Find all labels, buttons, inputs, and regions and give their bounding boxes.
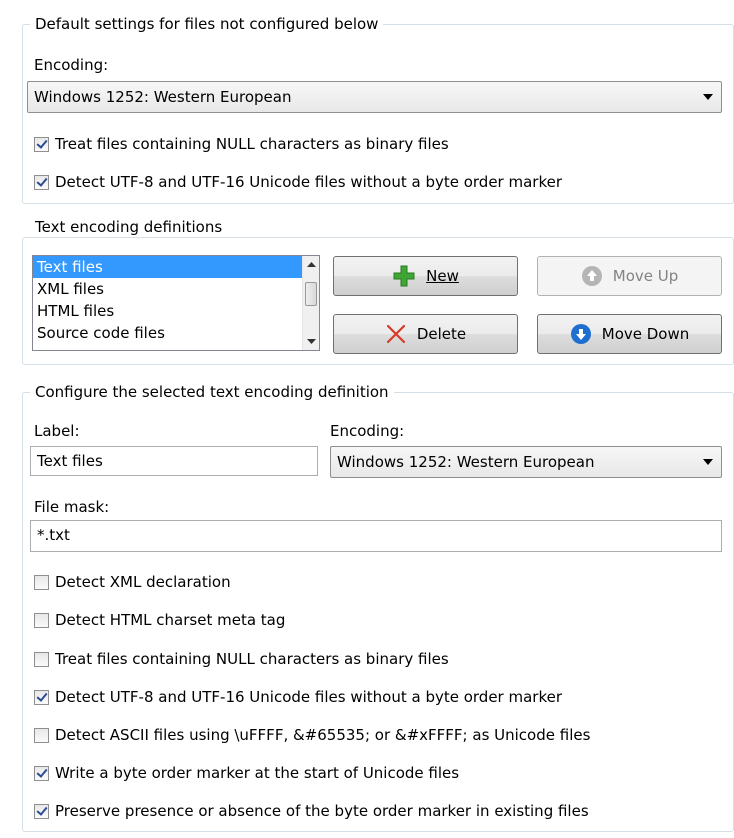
- default-encoding-label: Encoding:: [34, 56, 109, 74]
- checkbox-label: Treat files containing NULL characters a…: [55, 650, 449, 668]
- list-scrollbar[interactable]: [302, 256, 319, 350]
- configure-title: Configure the selected text encoding def…: [30, 382, 394, 402]
- checkbox-detect-utf[interactable]: [34, 689, 49, 705]
- checkbox-label: Detect ASCII files using \uFFFF, &#65535…: [55, 726, 591, 744]
- delete-button[interactable]: Delete: [333, 314, 518, 354]
- checkbox-write-bom[interactable]: [34, 765, 49, 781]
- checkbox-xml-declaration[interactable]: [34, 574, 49, 590]
- move-up-label: Move Up: [612, 267, 679, 285]
- checkbox-label: Treat files containing NULL characters a…: [55, 135, 449, 153]
- checkbox-null-binary[interactable]: [34, 651, 49, 667]
- config-encoding-select[interactable]: Windows 1252: Western European: [330, 446, 722, 478]
- move-down-label: Move Down: [601, 325, 690, 343]
- scroll-thumb[interactable]: [305, 282, 317, 306]
- list-item[interactable]: XML files: [33, 278, 302, 300]
- checkbox-label: Detect UTF-8 and UTF-16 Unicode files wi…: [55, 173, 563, 191]
- config-check-ascii-unicode[interactable]: Detect ASCII files using \uFFFF, &#65535…: [34, 724, 590, 746]
- file-mask-input[interactable]: *.txt: [30, 520, 722, 552]
- config-check-preserve-bom[interactable]: Preserve presence or absence of the byte…: [34, 800, 589, 822]
- chevron-down-icon: [703, 94, 713, 100]
- list-item[interactable]: Text files: [33, 256, 302, 278]
- arrow-up-icon: [581, 265, 603, 287]
- checkbox-label: Detect XML declaration: [55, 573, 231, 591]
- config-check-write-bom[interactable]: Write a byte order marker at the start o…: [34, 762, 459, 784]
- checkbox-detect-utf[interactable]: [34, 174, 49, 190]
- list-item[interactable]: Source code files: [33, 322, 302, 344]
- definitions-title: Text encoding definitions: [30, 217, 228, 237]
- config-check-html-meta[interactable]: Detect HTML charset meta tag: [34, 609, 285, 631]
- checkbox-ascii-unicode[interactable]: [34, 727, 49, 743]
- chevron-down-icon: [703, 459, 713, 465]
- checkbox-label: Detect HTML charset meta tag: [55, 611, 286, 629]
- checkbox-null-binary[interactable]: [34, 136, 49, 152]
- list-item[interactable]: HTML files: [33, 300, 302, 322]
- arrow-down-icon: [570, 323, 592, 345]
- new-button-label: New: [426, 267, 459, 285]
- file-mask-label: File mask:: [34, 498, 110, 516]
- scroll-up-icon[interactable]: [303, 256, 319, 273]
- config-check-null-binary[interactable]: Treat files containing NULL characters a…: [34, 648, 449, 670]
- move-down-button[interactable]: Move Down: [537, 314, 722, 354]
- config-check-detect-utf[interactable]: Detect UTF-8 and UTF-16 Unicode files wi…: [34, 686, 562, 708]
- config-encoding-label: Encoding:: [330, 422, 405, 440]
- checkbox-preserve-bom[interactable]: [34, 803, 49, 819]
- definitions-list[interactable]: Text files XML files HTML files Source c…: [32, 255, 320, 351]
- default-settings-title: Default settings for files not configure…: [30, 14, 384, 34]
- label-field-label: Label:: [34, 422, 80, 440]
- config-encoding-value: Windows 1252: Western European: [337, 453, 595, 471]
- new-button[interactable]: New: [333, 256, 518, 296]
- default-check-detect-utf[interactable]: Detect UTF-8 and UTF-16 Unicode files wi…: [34, 171, 562, 193]
- default-check-null-binary[interactable]: Treat files containing NULL characters a…: [34, 133, 449, 155]
- checkbox-html-meta[interactable]: [34, 612, 49, 628]
- delete-button-label: Delete: [416, 325, 467, 343]
- plus-icon: [392, 264, 416, 288]
- checkbox-label: Detect UTF-8 and UTF-16 Unicode files wi…: [55, 688, 563, 706]
- label-input[interactable]: Text files: [30, 446, 318, 476]
- move-up-button[interactable]: Move Up: [537, 256, 722, 296]
- default-encoding-select[interactable]: Windows 1252: Western European: [27, 81, 722, 113]
- close-icon: [385, 323, 407, 345]
- default-encoding-value: Windows 1252: Western European: [34, 88, 292, 106]
- checkbox-label: Preserve presence or absence of the byte…: [55, 802, 589, 820]
- config-check-xml-declaration[interactable]: Detect XML declaration: [34, 571, 231, 593]
- checkbox-label: Write a byte order marker at the start o…: [55, 764, 460, 782]
- scroll-down-icon[interactable]: [303, 333, 319, 350]
